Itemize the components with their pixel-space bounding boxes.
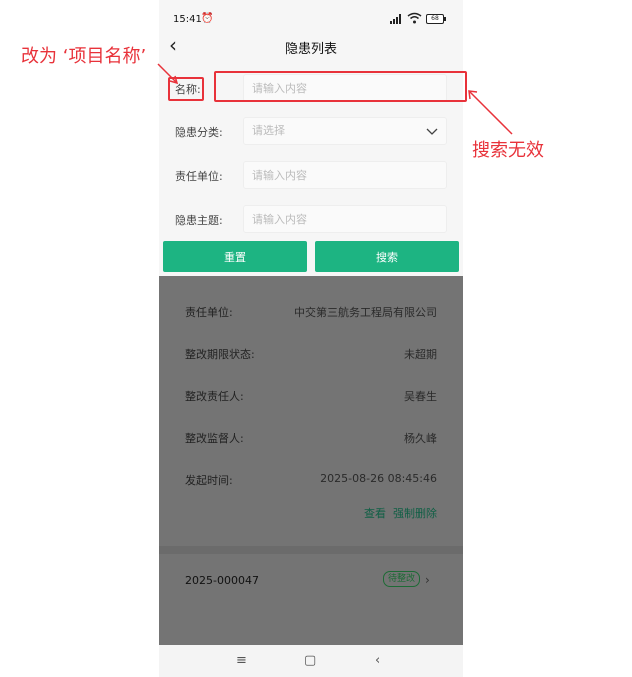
detail-label: 发起时间: xyxy=(185,474,233,487)
annotation-label-box xyxy=(168,77,204,101)
status-badge: 待整改 xyxy=(383,571,421,587)
detail-row: 责任单位: 中交第三航务工程局有限公司 xyxy=(185,304,437,320)
topic-input[interactable] xyxy=(243,205,447,233)
form-row-category: 隐患分类: 请选择 xyxy=(159,114,463,148)
detail-value: 吴春生 xyxy=(404,390,437,403)
detail-value: 未超期 xyxy=(404,348,437,361)
detail-label: 整改监督人: xyxy=(185,432,244,445)
reset-button[interactable]: 重置 xyxy=(163,241,307,272)
search-button[interactable]: 搜索 xyxy=(315,241,459,272)
form-row-topic: 隐患主题: xyxy=(159,202,463,236)
back-icon[interactable]: ‹ xyxy=(375,654,380,668)
category-placeholder: 请选择 xyxy=(252,124,285,137)
status-time: 15:41 xyxy=(173,14,202,25)
system-nav-bar: ≡ ▢ ‹ xyxy=(159,645,463,677)
unit-label: 责任单位: xyxy=(175,170,223,183)
battery-icon: 68 xyxy=(426,14,446,24)
detail-label: 责任单位: xyxy=(185,306,233,319)
chevron-right-icon[interactable]: › xyxy=(425,573,430,587)
annotation-rename-note: 改为 ‘项目名称’ xyxy=(21,46,147,67)
nav-bar: ‹ 隐患列表 xyxy=(159,30,463,62)
home-icon[interactable]: ▢ xyxy=(304,654,316,668)
form-row-unit: 责任单位: xyxy=(159,158,463,192)
detail-label: 整改期限状态: xyxy=(185,348,255,361)
unit-input[interactable] xyxy=(243,161,447,189)
force-delete-link[interactable]: 强制删除 xyxy=(393,505,437,521)
card-divider xyxy=(159,546,463,554)
annotation-input-box xyxy=(214,71,467,102)
detail-value: 中交第三航务工程局有限公司 xyxy=(294,306,437,319)
detail-row: 整改期限状态: 未超期 xyxy=(185,346,437,362)
detail-value: 杨久峰 xyxy=(404,432,437,445)
detail-row: 发起时间: 2025-08-26 08:45:46 xyxy=(185,472,437,488)
detail-value: 2025-08-26 08:45:46 xyxy=(320,472,437,485)
topic-label: 隐患主题: xyxy=(175,214,223,227)
page-title: 隐患列表 xyxy=(284,42,337,57)
wifi-icon xyxy=(407,12,422,24)
dimmed-list-overlay: 责任单位: 中交第三航务工程局有限公司 整改期限状态: 未超期 整改责任人: 吴… xyxy=(159,276,463,645)
category-select[interactable]: 请选择 xyxy=(243,117,447,145)
annotation-search-note: 搜索无效 xyxy=(472,140,544,161)
detail-row: 整改责任人: 吴春生 xyxy=(185,388,437,404)
chevron-down-icon xyxy=(426,128,438,135)
record-id[interactable]: 2025-000047 xyxy=(185,574,259,587)
category-label: 隐患分类: xyxy=(175,126,223,139)
detail-label: 整改责任人: xyxy=(185,390,244,403)
signal-icon xyxy=(390,14,401,24)
menu-icon[interactable]: ≡ xyxy=(236,654,247,668)
detail-row: 整改监督人: 杨久峰 xyxy=(185,430,437,446)
view-link[interactable]: 查看 xyxy=(364,505,386,521)
alarm-icon: ⏰ xyxy=(201,13,214,24)
status-bar: 15:41 ⏰ 68 xyxy=(159,0,463,30)
